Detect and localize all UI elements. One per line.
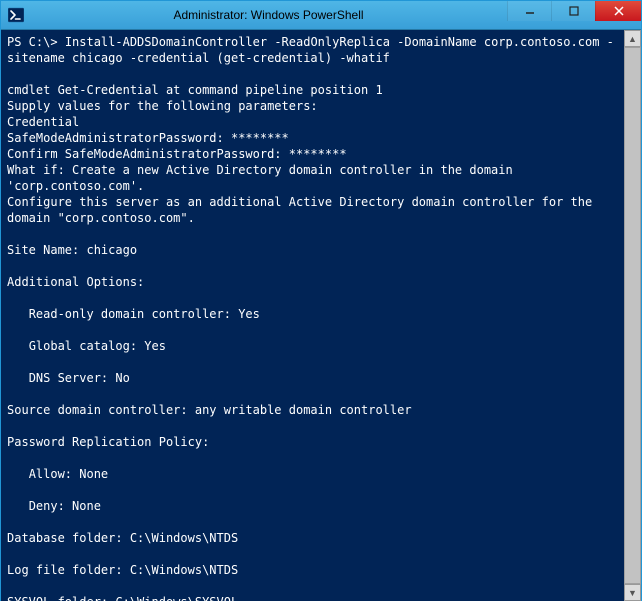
minimize-button[interactable] xyxy=(507,1,551,21)
output-line: Log file folder: C:\Windows\NTDS xyxy=(7,563,238,577)
output-line: Password Replication Policy: xyxy=(7,435,209,449)
output-line: Additional Options: xyxy=(7,275,144,289)
window-controls xyxy=(507,1,641,29)
window-title: Administrator: Windows PowerShell xyxy=(30,8,507,22)
chevron-down-icon: ▼ xyxy=(628,588,637,598)
maximize-icon xyxy=(569,6,579,16)
output-line: Confirm SafeModeAdministratorPassword: *… xyxy=(7,147,347,161)
output-line: SafeModeAdministratorPassword: ******** xyxy=(7,131,289,145)
scrollbar-up-button[interactable]: ▲ xyxy=(624,30,641,47)
powershell-icon xyxy=(8,7,24,23)
terminal-area[interactable]: PS C:\> Install-ADDSDomainController -Re… xyxy=(1,30,641,601)
prompt-line: PS C:\> Install-ADDSDomainController -Re… xyxy=(7,35,614,65)
minimize-icon xyxy=(525,6,535,16)
chevron-up-icon: ▲ xyxy=(628,34,637,44)
window-titlebar[interactable]: Administrator: Windows PowerShell xyxy=(1,1,641,30)
output-line: Allow: None xyxy=(7,467,108,481)
output-line: Read-only domain controller: Yes xyxy=(7,307,260,321)
output-line: Global catalog: Yes xyxy=(7,339,166,353)
scrollbar-down-button[interactable]: ▼ xyxy=(624,584,641,601)
output-line: cmdlet Get-Credential at command pipelin… xyxy=(7,83,383,97)
output-line: Database folder: C:\Windows\NTDS xyxy=(7,531,238,545)
output-line: Source domain controller: any writable d… xyxy=(7,403,412,417)
close-button[interactable] xyxy=(595,1,641,21)
maximize-button[interactable] xyxy=(551,1,595,21)
output-line: Credential xyxy=(7,115,79,129)
output-line: SYSVOL folder: C:\Windows\SYSVOL xyxy=(7,595,238,601)
output-line: Deny: None xyxy=(7,499,101,513)
close-icon xyxy=(614,6,624,16)
terminal-output: PS C:\> Install-ADDSDomainController -Re… xyxy=(1,32,624,601)
output-line: Site Name: chicago xyxy=(7,243,137,257)
output-line: Supply values for the following paramete… xyxy=(7,99,318,113)
output-line: What if: Create a new Active Directory d… xyxy=(7,163,520,193)
scrollbar-thumb[interactable] xyxy=(624,47,641,584)
output-line: Configure this server as an additional A… xyxy=(7,195,599,225)
output-line: DNS Server: No xyxy=(7,371,130,385)
